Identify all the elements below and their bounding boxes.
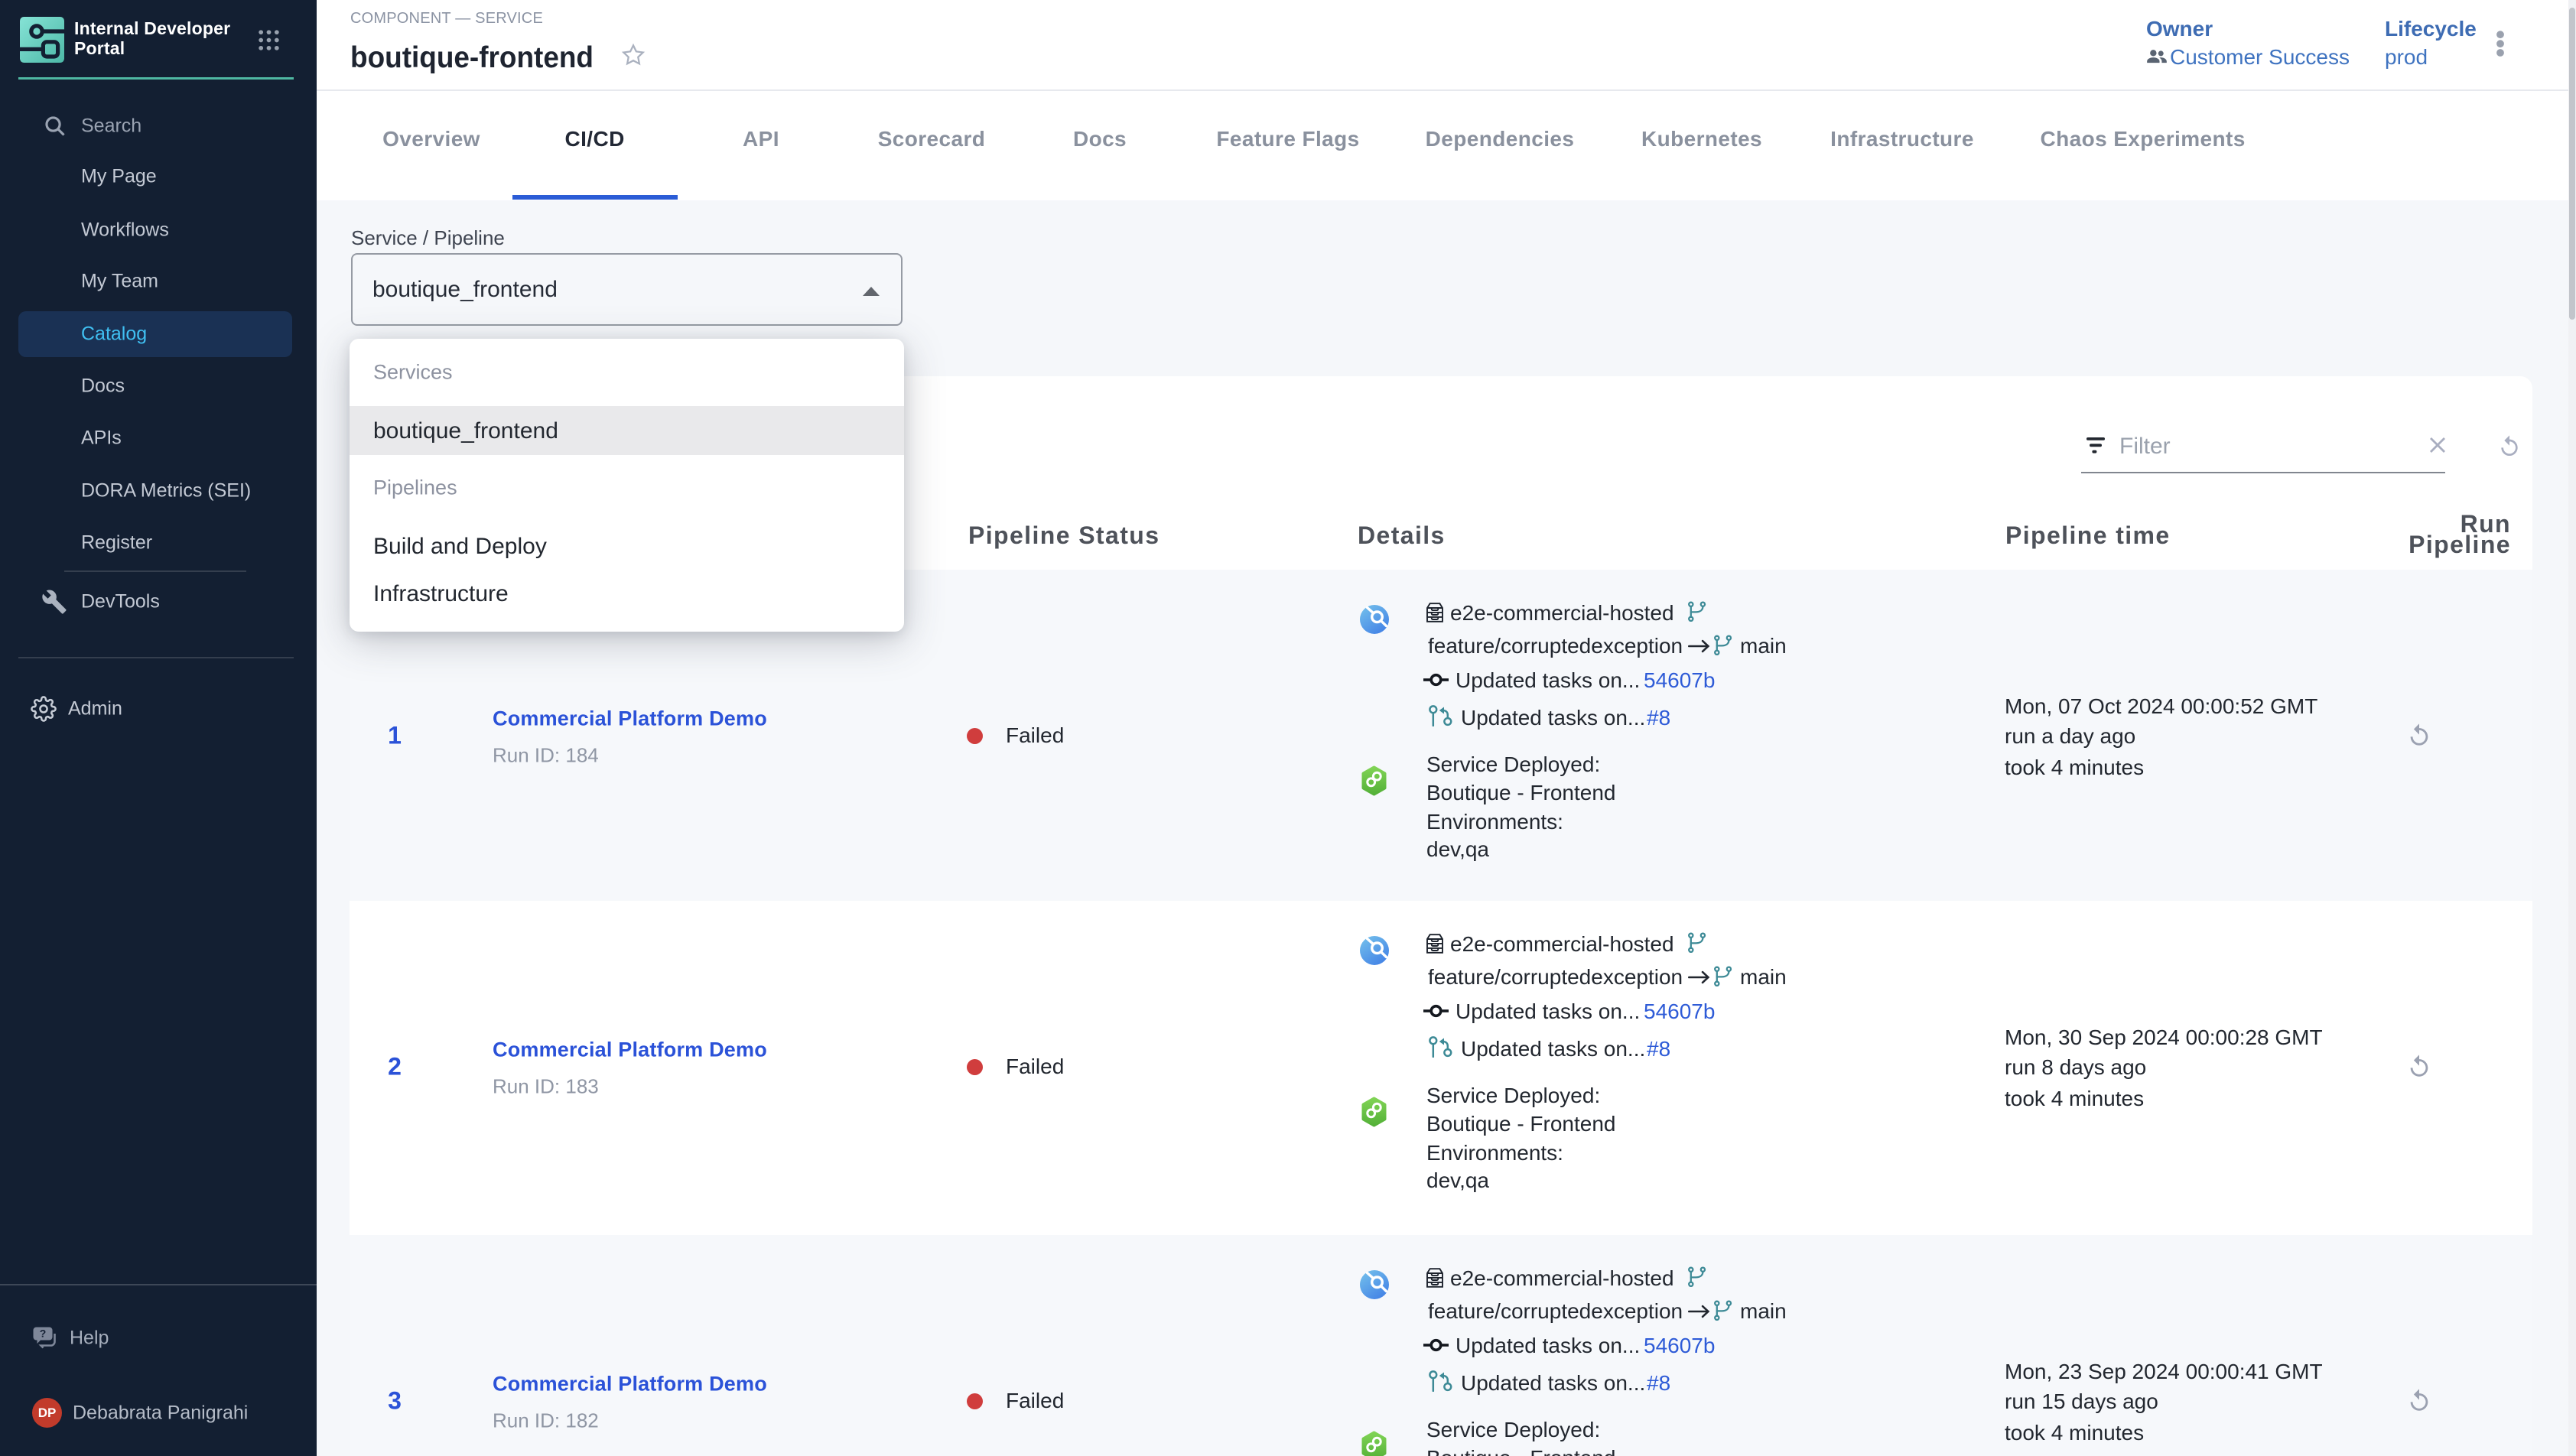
svg-text:?: ?	[40, 1328, 47, 1340]
svg-text:boutique-frontend: boutique-frontend	[350, 41, 594, 74]
